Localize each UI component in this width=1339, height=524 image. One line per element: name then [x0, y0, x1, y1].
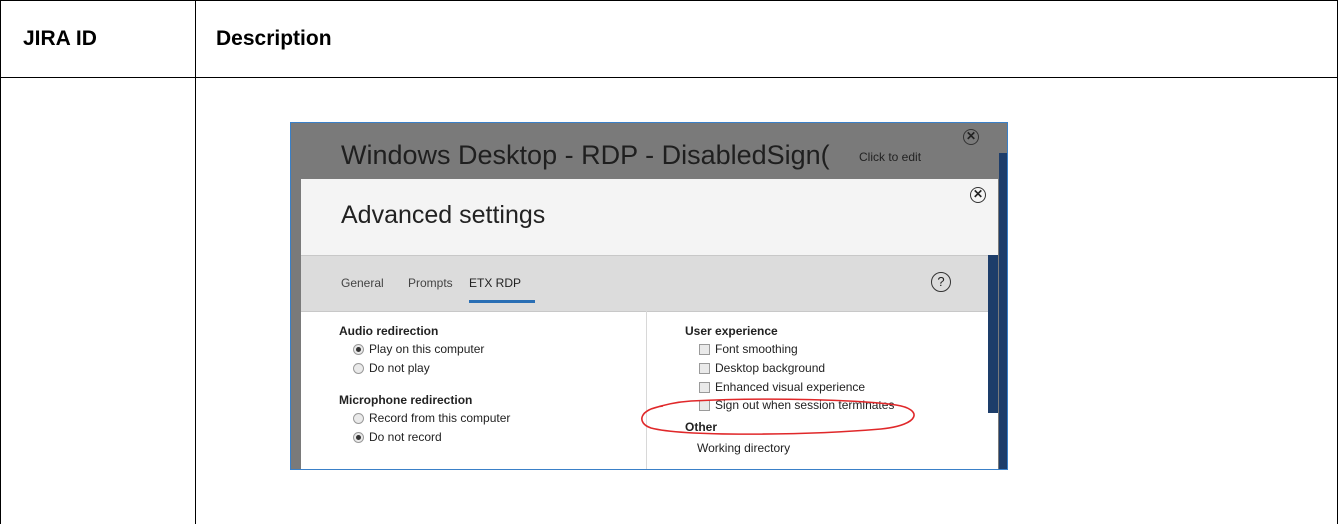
help-icon[interactable]: ? [931, 272, 951, 292]
click-to-edit-link[interactable]: Click to edit [859, 150, 921, 164]
checkbox-label: Desktop background [715, 361, 826, 375]
embedded-screenshot: Windows Desktop - RDP - DisabledSign( Cl… [290, 122, 1008, 470]
radio-do-not-play[interactable]: Do not play [353, 361, 430, 375]
checkbox-icon[interactable] [699, 381, 710, 393]
other-heading: Other [685, 420, 718, 434]
advanced-settings-modal: Advanced settings ✕ General Prompts ETX … [301, 179, 998, 469]
working-directory-label: Working directory [697, 441, 791, 455]
audio-redirection-heading: Audio redirection [339, 324, 439, 338]
tab-general[interactable]: General [341, 276, 384, 290]
modal-close-icon[interactable]: ✕ [970, 187, 986, 203]
radio-unselected-icon[interactable] [353, 362, 364, 374]
radio-selected-icon[interactable] [353, 343, 364, 355]
table-right-border [1337, 0, 1338, 524]
active-tab-indicator [469, 300, 535, 303]
table-top-border [0, 0, 1338, 1]
checkbox-icon[interactable] [699, 362, 710, 374]
radio-do-not-record[interactable]: Do not record [353, 430, 442, 444]
jira-id-header: JIRA ID [23, 27, 97, 50]
column-divider [646, 311, 647, 469]
checkbox-enhanced-visual-experience[interactable]: Enhanced visual experience [699, 380, 865, 394]
radio-selected-icon[interactable] [353, 431, 364, 443]
window-title: Windows Desktop - RDP - DisabledSign( [341, 140, 830, 170]
radio-label: Play on this computer [369, 342, 485, 356]
modal-header: Advanced settings ✕ [301, 179, 998, 255]
radio-unselected-icon[interactable] [353, 412, 364, 424]
radio-label: Do not record [369, 430, 442, 444]
microphone-redirection-heading: Microphone redirection [339, 393, 473, 407]
checkbox-desktop-background[interactable]: Desktop background [699, 361, 825, 375]
modal-tab-bar: General Prompts ETX RDP ? [301, 255, 998, 312]
radio-label: Do not play [369, 361, 430, 375]
window-close-icon[interactable]: ✕ [963, 129, 979, 145]
radio-record-from-computer[interactable]: Record from this computer [353, 411, 510, 425]
tab-prompts[interactable]: Prompts [408, 276, 453, 290]
table-header-divider [0, 77, 1338, 78]
table-column-divider [195, 0, 196, 524]
checkbox-label: Sign out when session terminates [715, 398, 895, 412]
modal-title: Advanced settings [341, 201, 546, 229]
modal-right-edge-strip [988, 255, 998, 413]
checkbox-font-smoothing[interactable]: Font smoothing [699, 342, 798, 356]
checkbox-icon[interactable] [699, 343, 710, 355]
checkbox-label: Enhanced visual experience [715, 380, 866, 394]
tab-etx-rdp[interactable]: ETX RDP [469, 276, 521, 290]
background-panel-strip [999, 153, 1007, 469]
table-left-border [0, 0, 1, 524]
description-header: Description [216, 27, 332, 50]
modal-body: Audio redirection Play on this computer … [301, 311, 998, 469]
radio-label: Record from this computer [369, 411, 511, 425]
radio-play-on-computer[interactable]: Play on this computer [353, 342, 484, 356]
user-experience-heading: User experience [685, 324, 778, 338]
checkbox-label: Font smoothing [715, 342, 798, 356]
checkbox-sign-out-when-session-terminates[interactable]: Sign out when session terminates [699, 398, 894, 412]
checkbox-icon[interactable] [699, 399, 710, 411]
